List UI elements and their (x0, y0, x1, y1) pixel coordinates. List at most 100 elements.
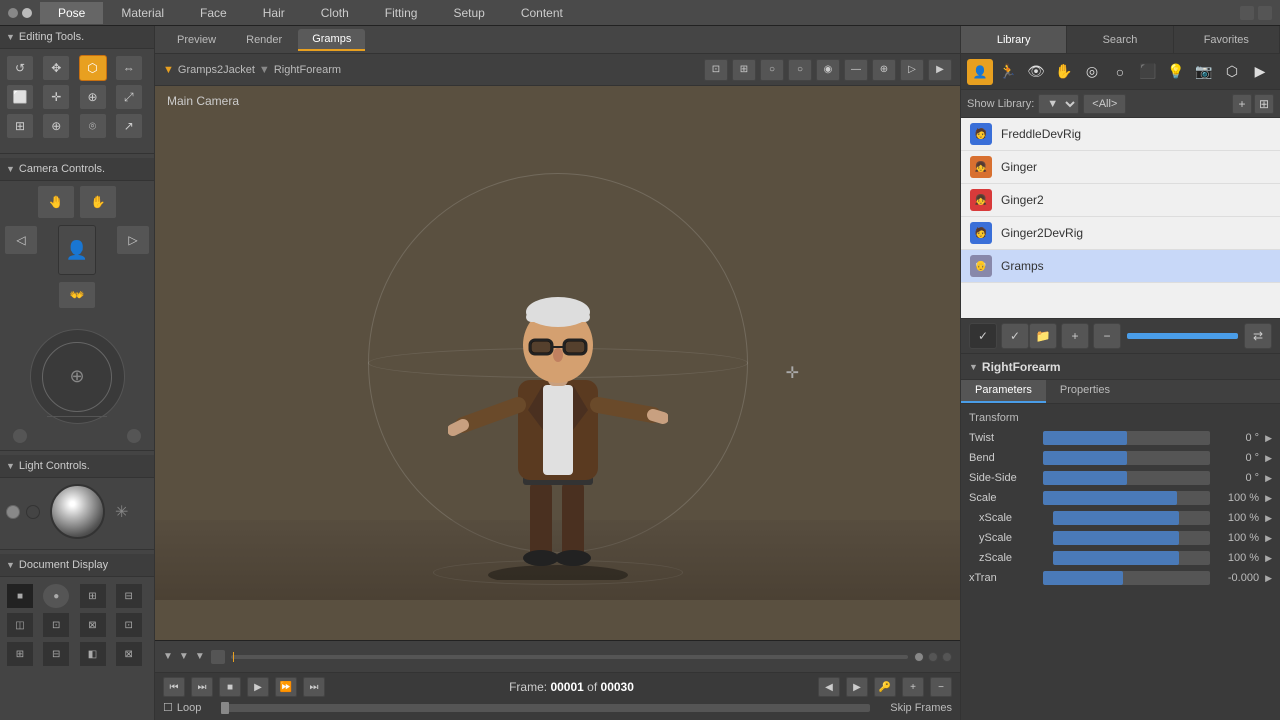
nav-content[interactable]: Content (503, 2, 581, 24)
lib-item-ginger2[interactable]: 👧 Ginger2 (961, 184, 1280, 217)
lib-add-btn[interactable]: + (1232, 94, 1252, 114)
doc-btn-10[interactable]: ⊟ (42, 641, 70, 667)
tool-twist[interactable]: ↗ (115, 113, 143, 139)
light-star[interactable]: ✳ (115, 502, 128, 522)
lib-icon-lamp[interactable]: 💡 (1163, 59, 1189, 85)
twist-expand[interactable]: ▶ (1265, 433, 1272, 444)
breadcrumb-item2[interactable]: RightForearm (274, 64, 341, 76)
tool-rotate[interactable]: ↺ (6, 55, 34, 81)
nav-cloth[interactable]: Cloth (303, 2, 367, 24)
lib-action-check[interactable]: ✓ (969, 323, 997, 349)
nav-pose[interactable]: Pose (40, 2, 103, 24)
tl-arrow-down2[interactable]: ▼ (179, 651, 189, 662)
lib-icon-square[interactable]: ⬛ (1135, 59, 1161, 85)
tab-gramps[interactable]: Gramps (298, 29, 365, 51)
lib-library-dropdown[interactable]: ▼ (1038, 94, 1079, 114)
tl-add[interactable]: + (902, 677, 924, 697)
tl-step-fwd[interactable]: ⏩ (275, 677, 297, 697)
props-tab-parameters[interactable]: Parameters (961, 380, 1046, 403)
orbit-sphere[interactable]: ⊕ (30, 329, 125, 424)
doc-grid-2[interactable]: ⊟ (115, 583, 143, 609)
tl-dot-2[interactable] (928, 652, 938, 662)
tl-nav-fwd[interactable]: ▶ (846, 677, 868, 697)
doc-btn-7[interactable]: ⊠ (79, 612, 107, 638)
sideside-slider[interactable] (1043, 471, 1210, 485)
xtran-expand[interactable]: ▶ (1265, 573, 1272, 584)
tl-nav-back[interactable]: ◀ (818, 677, 840, 697)
zscale-slider[interactable] (1053, 551, 1210, 565)
cam-dot-right[interactable] (126, 428, 142, 444)
lib-icon-runner[interactable]: 🏃 (995, 59, 1021, 85)
lib-action-folder[interactable]: 📁 (1029, 323, 1057, 349)
loop-checkbox[interactable]: ☐ (163, 701, 173, 714)
lib-action-add[interactable]: + (1061, 323, 1089, 349)
timeline-bar[interactable] (231, 655, 908, 659)
vp-tool-6[interactable]: — (844, 59, 868, 81)
lib-icon-circle2[interactable]: ○ (1107, 59, 1133, 85)
frame-total[interactable]: 00030 (601, 680, 634, 694)
doc-btn-9[interactable]: ⊞ (6, 641, 34, 667)
bend-slider[interactable] (1043, 451, 1210, 465)
vp-tool-2[interactable]: ⊞ (732, 59, 756, 81)
tl-start[interactable]: ⏮ (163, 677, 185, 697)
nav-material[interactable]: Material (103, 2, 182, 24)
nav-hair[interactable]: Hair (245, 2, 303, 24)
vp-tool-5[interactable]: ◉ (816, 59, 840, 81)
lib-action-check2[interactable]: ✓ (1001, 323, 1029, 349)
vp-tool-arrow[interactable]: ▶ (928, 59, 952, 81)
tl-dot-1[interactable] (914, 652, 924, 662)
tl-play[interactable]: ▶ (247, 677, 269, 697)
lib-arrange-btn[interactable]: ⊞ (1254, 94, 1274, 114)
tool-arrow4[interactable]: ⤢ (115, 84, 143, 110)
vp-tool-4[interactable]: ○ (788, 59, 812, 81)
cam-orbit-prev[interactable]: ◁ (4, 225, 38, 255)
scale-expand[interactable]: ▶ (1265, 493, 1272, 504)
nav-fitting[interactable]: Fitting (367, 2, 436, 24)
doc-btn-5[interactable]: ◫ (6, 612, 34, 638)
tab-preview[interactable]: Preview (163, 30, 230, 50)
doc-btn-11[interactable]: ◧ (79, 641, 107, 667)
props-expand-arrow[interactable]: ▼ (969, 362, 978, 372)
tool-select[interactable]: ⬡ (79, 55, 107, 81)
doc-btn-12[interactable]: ⊠ (115, 641, 143, 667)
tool-resize[interactable]: ⇔ (115, 55, 143, 81)
xscale-expand[interactable]: ▶ (1265, 513, 1272, 524)
lib-action-transfer[interactable]: ⇄ (1244, 323, 1272, 349)
tool-frame[interactable]: ⬜ (6, 84, 34, 110)
lib-icon-cube[interactable]: ⬡ (1219, 59, 1245, 85)
lib-icon-ring[interactable]: ◎ (1079, 59, 1105, 85)
tl-minus[interactable]: − (930, 677, 952, 697)
cam-orbit-next[interactable]: ▷ (116, 225, 150, 255)
tl-end[interactable]: ⏭ (303, 677, 325, 697)
lib-all-button[interactable]: <All> (1083, 94, 1126, 114)
breadcrumb-item1[interactable]: Gramps2Jacket (178, 64, 255, 76)
tool-zoom[interactable]: ⊕ (42, 113, 70, 139)
vp-tool-3[interactable]: ○ (760, 59, 784, 81)
lib-action-remove[interactable]: − (1093, 323, 1121, 349)
lib-tab-favorites[interactable]: Favorites (1174, 26, 1280, 53)
tl-icon[interactable] (211, 650, 225, 664)
tool-move[interactable]: ✥ (42, 55, 70, 81)
scrub-handle[interactable] (221, 702, 229, 714)
light-dot-2[interactable] (26, 505, 40, 519)
lib-item-freddie[interactable]: 🧑 FreddleDevRig (961, 118, 1280, 151)
lib-icon-camera[interactable]: 📷 (1191, 59, 1217, 85)
cam-hands-icon[interactable]: 👐 (58, 281, 96, 309)
tool-grid[interactable]: ⊞ (6, 113, 34, 139)
tl-arrow-down[interactable]: ▼ (163, 651, 173, 662)
lib-tab-library[interactable]: Library (961, 26, 1067, 53)
sideside-expand[interactable]: ▶ (1265, 473, 1272, 484)
lib-item-ginger2devrig[interactable]: 🧑 Ginger2DevRig (961, 217, 1280, 250)
window-btn-2[interactable] (1258, 6, 1272, 20)
xtran-slider[interactable] (1043, 571, 1210, 585)
vp-tool-8[interactable]: ▷ (900, 59, 924, 81)
doc-solid[interactable]: ■ (6, 583, 34, 609)
doc-btn-8[interactable]: ⊡ (115, 612, 143, 638)
scale-slider[interactable] (1043, 491, 1210, 505)
frame-current[interactable]: 00001 (550, 680, 583, 694)
tab-render[interactable]: Render (232, 30, 296, 50)
tool-joint[interactable]: ⊕ (79, 84, 107, 110)
tl-arrow-down3[interactable]: ▼ (195, 651, 205, 662)
lib-tab-search[interactable]: Search (1067, 26, 1173, 53)
vp-tool-1[interactable]: ⊡ (704, 59, 728, 81)
